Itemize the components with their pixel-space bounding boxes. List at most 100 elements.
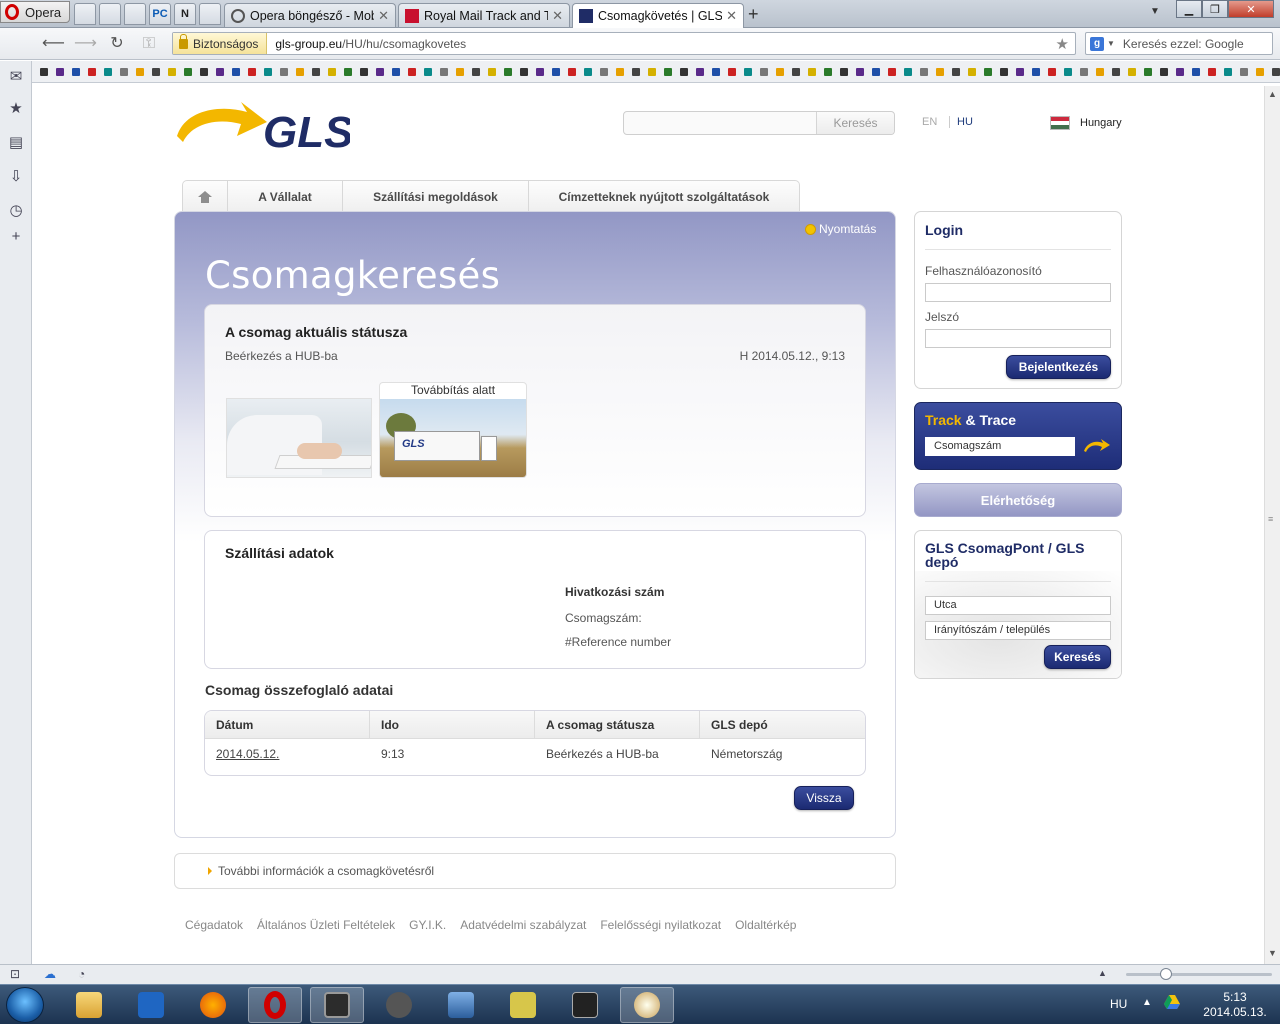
zoom-arrow-up-icon[interactable]: ▲: [1098, 968, 1107, 978]
add-panel-icon[interactable]: +: [8, 229, 24, 245]
taskbar-transfer-app[interactable]: [496, 987, 550, 1023]
bookmark-favicon-icon[interactable]: [1048, 67, 1056, 76]
browser-search-input[interactable]: g ▼ Keresés ezzel: Google: [1085, 32, 1273, 55]
taskbar-sync-app[interactable]: [558, 987, 612, 1023]
bookmark-favicon-icon[interactable]: [1224, 67, 1232, 76]
bookmark-favicon-icon[interactable]: [632, 67, 640, 76]
tab-opera[interactable]: Opera böngésző - Mob... ✕: [224, 3, 396, 27]
site-search-input[interactable]: [624, 112, 816, 134]
pinned-tab-2[interactable]: [99, 3, 121, 25]
contact-button[interactable]: Elérhetőség: [914, 483, 1122, 517]
bookmark-favicon-icon[interactable]: [664, 67, 672, 76]
track-submit-arrow-icon[interactable]: [1083, 439, 1111, 453]
zip-city-input[interactable]: Irányítószám / település: [925, 621, 1111, 640]
bookmark-favicon-icon[interactable]: [56, 67, 64, 76]
bookmark-favicon-icon[interactable]: [728, 67, 736, 76]
bookmark-favicon-icon[interactable]: [488, 67, 496, 76]
nav-shipping-solutions[interactable]: Szállítási megoldások: [343, 181, 529, 212]
back-arrow-icon[interactable]: ⟵: [42, 34, 65, 54]
bookmark-favicon-icon[interactable]: [1112, 67, 1120, 76]
nav-recipient-services[interactable]: Címzetteknek nyújtott szolgáltatások: [529, 181, 799, 212]
bookmark-favicon-icon[interactable]: [344, 67, 352, 76]
row-date-link[interactable]: 2014.05.12.: [205, 747, 370, 761]
footer-link-company-data[interactable]: Cégadatok: [185, 918, 243, 932]
language-hu-link[interactable]: HU: [949, 116, 973, 128]
taskbar-network-app[interactable]: [434, 987, 488, 1023]
bookmark-favicon-icon[interactable]: [600, 67, 608, 76]
bookmark-favicon-icon[interactable]: [1240, 67, 1248, 76]
bookmark-favicon-icon[interactable]: [456, 67, 464, 76]
bookmark-favicon-icon[interactable]: [216, 67, 224, 76]
back-button[interactable]: Vissza: [794, 786, 854, 810]
pinned-tab-6[interactable]: [199, 3, 221, 25]
language-en-link[interactable]: EN: [922, 116, 937, 128]
bookmark-favicon-icon[interactable]: [1032, 67, 1040, 76]
taskbar-paint[interactable]: [620, 987, 674, 1023]
close-tab-icon[interactable]: ✕: [378, 8, 389, 24]
tab-gls[interactable]: Csomagkövetés | GLS I... ✕: [572, 3, 744, 28]
start-button[interactable]: [6, 987, 44, 1023]
bookmark-favicon-icon[interactable]: [984, 67, 992, 76]
bookmark-favicon-icon[interactable]: [104, 67, 112, 76]
bookmark-favicon-icon[interactable]: [936, 67, 944, 76]
bookmark-favicon-icon[interactable]: [440, 67, 448, 76]
scroll-down-icon[interactable]: ▼: [1268, 948, 1277, 958]
taskbar-explorer[interactable]: [62, 987, 116, 1023]
site-search-button[interactable]: Keresés: [816, 112, 894, 134]
bookmark-favicon-icon[interactable]: [472, 67, 480, 76]
bookmark-favicon-icon[interactable]: [888, 67, 896, 76]
more-info-link[interactable]: További információk a csomagkövetésről: [174, 853, 896, 889]
notes-icon[interactable]: ▤: [8, 135, 24, 151]
footer-link-disclaimer[interactable]: Felelősségi nyilatkozat: [600, 918, 721, 932]
close-window-icon[interactable]: ✕: [1228, 0, 1274, 18]
bookmark-favicon-icon[interactable]: [792, 67, 800, 76]
opera-menu-button[interactable]: Opera: [0, 1, 70, 23]
bookmark-favicon-icon[interactable]: [744, 67, 752, 76]
bookmark-favicon-icon[interactable]: [1128, 67, 1136, 76]
bookmark-favicon-icon[interactable]: [296, 67, 304, 76]
bookmark-favicon-icon[interactable]: [584, 67, 592, 76]
bookmark-favicon-icon[interactable]: [40, 67, 48, 76]
bookmark-favicon-icon[interactable]: [1272, 67, 1280, 76]
bookmark-favicon-icon[interactable]: [1080, 67, 1088, 76]
scroll-grip-icon[interactable]: ≡: [1268, 514, 1273, 524]
input-language-indicator[interactable]: HU: [1110, 997, 1127, 1011]
bookmark-favicon-icon[interactable]: [264, 67, 272, 76]
forward-arrow-icon[interactable]: ⟶: [74, 34, 97, 54]
bookmark-favicon-icon[interactable]: [248, 67, 256, 76]
bookmark-favicon-icon[interactable]: [200, 67, 208, 76]
taskbar-disk-app[interactable]: [310, 987, 364, 1023]
speed-dial-icon[interactable]: ◔: [78, 967, 85, 981]
gls-logo[interactable]: GLS: [175, 100, 350, 152]
close-tab-icon[interactable]: ✕: [726, 8, 737, 24]
bookmark-favicon-icon[interactable]: [648, 67, 656, 76]
panel-toggle-icon[interactable]: ⊡: [10, 967, 20, 981]
bookmark-favicon-icon[interactable]: [72, 67, 80, 76]
bookmark-favicon-icon[interactable]: [920, 67, 928, 76]
pinned-tab-3[interactable]: [124, 3, 146, 25]
tab-menu-chevron-down-icon[interactable]: ▼: [1150, 6, 1160, 17]
maximize-icon[interactable]: ❐: [1202, 0, 1228, 18]
new-tab-icon[interactable]: +: [748, 4, 759, 25]
bookmark-favicon-icon[interactable]: [856, 67, 864, 76]
bookmark-favicon-icon[interactable]: [312, 67, 320, 76]
bookmark-favicon-icon[interactable]: [808, 67, 816, 76]
bookmark-favicon-icon[interactable]: [952, 67, 960, 76]
bookmark-favicon-icon[interactable]: [1160, 67, 1168, 76]
mail-icon[interactable]: ✉: [8, 69, 24, 85]
bookmark-favicon-icon[interactable]: [1064, 67, 1072, 76]
bookmark-favicon-icon[interactable]: [136, 67, 144, 76]
search-engine-chevron-down-icon[interactable]: ▼: [1107, 39, 1115, 48]
reload-icon[interactable]: ↻: [106, 34, 128, 54]
bookmark-favicon-icon[interactable]: [968, 67, 976, 76]
taskbar-outlook[interactable]: [124, 987, 178, 1023]
bookmark-favicon-icon[interactable]: [904, 67, 912, 76]
pinned-tab-1[interactable]: [74, 3, 96, 25]
page-scrollbar[interactable]: ▲ ≡ ▼: [1264, 86, 1280, 964]
bookmark-favicon-icon[interactable]: [1000, 67, 1008, 76]
bookmark-favicon-icon[interactable]: [184, 67, 192, 76]
bookmark-favicon-icon[interactable]: [616, 67, 624, 76]
parcel-number-input[interactable]: Csomagszám: [925, 437, 1075, 456]
google-icon[interactable]: g: [1090, 36, 1104, 51]
zoom-slider-knob[interactable]: [1160, 968, 1172, 980]
